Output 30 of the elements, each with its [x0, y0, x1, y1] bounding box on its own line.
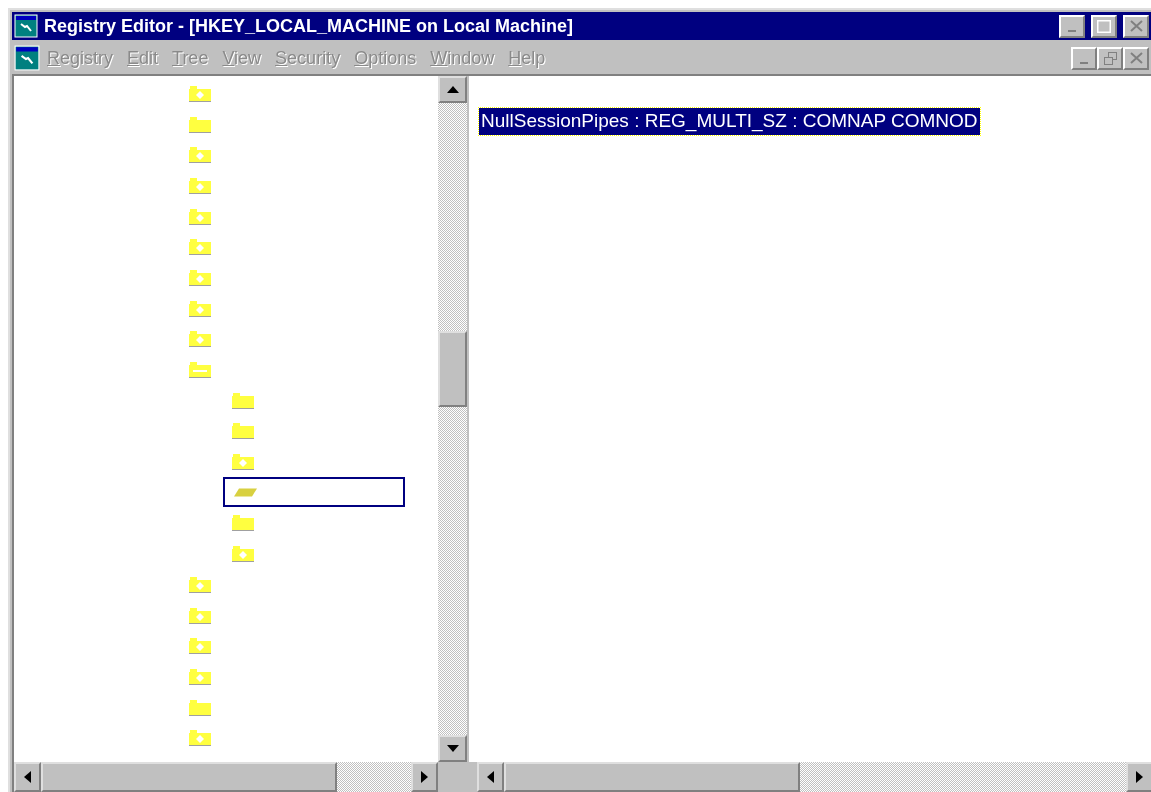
close-button[interactable]	[1123, 14, 1149, 38]
registry-app-icon	[14, 45, 40, 71]
scroll-down-button[interactable]	[438, 735, 467, 762]
scrollbar-thumb[interactable]	[438, 331, 467, 407]
scrollbar-thumb[interactable]	[504, 762, 800, 792]
right-arrow-icon	[421, 771, 428, 783]
left-arrow-icon	[487, 771, 494, 783]
scroll-right-button[interactable]	[411, 762, 438, 792]
registry-value[interactable]: NullSessionPipes : REG_MULTI_SZ : COMNAP COMNOD	[479, 108, 980, 135]
maximize-button[interactable]	[1091, 14, 1117, 38]
scroll-up-button[interactable]	[438, 76, 467, 103]
minimize-button[interactable]	[1059, 14, 1085, 38]
maximize-icon	[1097, 19, 1111, 33]
scrollbar-thumb[interactable]	[41, 762, 337, 792]
minimize-icon	[1068, 30, 1076, 32]
close-icon	[1129, 52, 1143, 64]
down-arrow-icon	[446, 745, 459, 752]
close-icon	[1129, 20, 1143, 32]
tree-node[interactable]	[223, 477, 405, 508]
registry-app-icon	[14, 14, 38, 38]
restore-icon	[1103, 51, 1117, 65]
window-title: Registry Editor - [HKEY_LOCAL_MACHINE on Local Machine]	[44, 15, 575, 37]
scroll-left-button[interactable]	[14, 762, 41, 792]
restore-button[interactable]	[1097, 46, 1123, 70]
scroll-left-button[interactable]	[477, 762, 504, 792]
left-arrow-icon	[24, 771, 31, 783]
scroll-right-button[interactable]	[1126, 762, 1151, 792]
right-arrow-icon	[1136, 771, 1143, 783]
up-arrow-icon	[446, 86, 459, 93]
minimize-icon	[1080, 62, 1088, 64]
